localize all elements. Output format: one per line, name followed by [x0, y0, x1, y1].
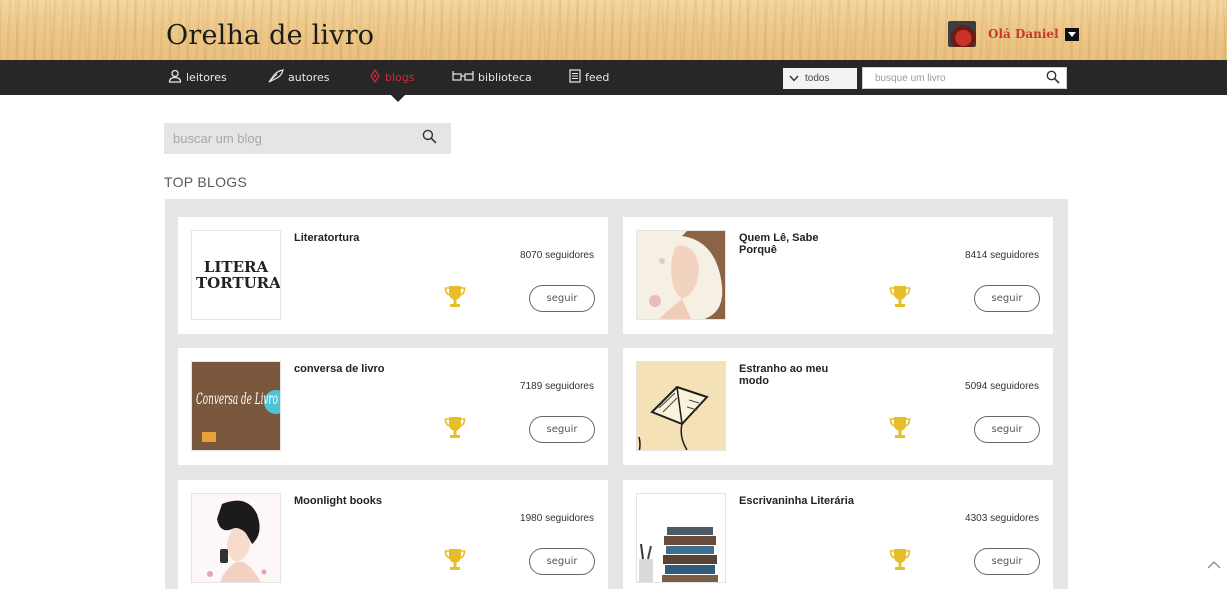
followers-count: 7189 seguidores	[520, 381, 594, 392]
active-nav-pointer	[391, 95, 405, 102]
books-illustration	[639, 527, 718, 582]
nav-label: blogs	[385, 71, 415, 84]
person-icon	[168, 69, 182, 87]
nav-label: leitores	[186, 71, 227, 84]
open-book-illustration	[638, 385, 709, 450]
nav-item-blogs[interactable]: blogs	[369, 60, 414, 95]
document-icon	[569, 68, 581, 87]
search-icon[interactable]	[1046, 70, 1060, 87]
blog-card[interactable]: Escrivaninha Literária 4303 seguidores s…	[623, 480, 1053, 597]
trophy-icon	[444, 415, 466, 441]
trophy-icon	[444, 284, 466, 310]
filter-value: todos	[805, 73, 830, 84]
blog-logo-art: Conversa de Livro	[196, 389, 280, 442]
followers-count: 8070 seguidores	[520, 250, 594, 261]
blog-card[interactable]: LITERA TORTURA Literatortura 8070 seguid…	[178, 217, 608, 334]
trophy-icon	[889, 284, 911, 310]
blog-name[interactable]: conversa de livro	[294, 363, 414, 375]
blog-card[interactable]: Conversa de Livro conversa de livro 7189…	[178, 348, 608, 465]
search-filter-select[interactable]: todos	[783, 68, 857, 89]
user-greeting[interactable]: Olá Daniel	[988, 27, 1059, 41]
blog-thumbnail[interactable]	[636, 361, 726, 451]
blog-name[interactable]: Escrivaninha Literária	[739, 495, 859, 507]
nav-label: autores	[288, 71, 330, 84]
chevron-down-icon	[789, 73, 799, 85]
section-title: TOP BLOGS	[164, 174, 248, 190]
follow-button[interactable]: seguir	[974, 285, 1040, 312]
portrait-illustration	[649, 231, 725, 319]
blog-search	[164, 123, 451, 154]
follow-button[interactable]: seguir	[974, 416, 1040, 443]
nav-item-feed[interactable]: feed	[569, 60, 609, 95]
nav-label: biblioteca	[478, 71, 532, 84]
quill-icon	[268, 68, 284, 87]
nav-item-autores[interactable]: autores	[268, 60, 330, 95]
scroll-to-top-icon[interactable]	[1207, 556, 1221, 572]
glasses-icon	[452, 70, 474, 86]
trophy-icon	[889, 415, 911, 441]
blog-card[interactable]: Quem Lê, Sabe Porquê 8414 seguidores seg…	[623, 217, 1053, 334]
follow-button[interactable]: seguir	[529, 416, 595, 443]
blog-name[interactable]: Estranho ao meu modo	[739, 363, 859, 387]
girl-illustration	[207, 500, 267, 582]
blog-icon	[369, 68, 381, 87]
followers-count: 8414 seguidores	[965, 250, 1039, 261]
trophy-icon	[444, 547, 466, 573]
follow-button[interactable]: seguir	[529, 285, 595, 312]
book-search-input[interactable]	[875, 72, 1035, 84]
blog-logo-text: Conversa de Livro	[196, 389, 278, 408]
followers-count: 4303 seguidores	[965, 513, 1039, 524]
blog-thumbnail[interactable]: LITERA TORTURA	[191, 230, 281, 320]
blog-thumbnail[interactable]	[636, 230, 726, 320]
nav-label: feed	[585, 71, 610, 84]
blog-name[interactable]: Literatortura	[294, 232, 414, 244]
blog-name[interactable]: Quem Lê, Sabe Porquê	[739, 232, 859, 256]
follow-button[interactable]: seguir	[974, 548, 1040, 575]
nav-item-biblioteca[interactable]: biblioteca	[452, 60, 532, 95]
blog-card[interactable]: Moonlight books 1980 seguidores seguir	[178, 480, 608, 597]
blog-search-input[interactable]	[173, 131, 413, 146]
book-search	[862, 67, 1067, 89]
user-menu[interactable]: Olá Daniel	[948, 20, 1079, 48]
blog-thumbnail[interactable]: Conversa de Livro	[191, 361, 281, 451]
followers-count: 5094 seguidores	[965, 381, 1039, 392]
chevron-down-icon[interactable]	[1064, 27, 1079, 41]
blog-card[interactable]: Estranho ao meu modo 5094 seguidores seg…	[623, 348, 1053, 465]
blog-name[interactable]: Moonlight books	[294, 495, 414, 507]
site-header: Orelha de livro Olá Daniel	[0, 0, 1227, 60]
followers-count: 1980 seguidores	[520, 513, 594, 524]
blog-logo-text: LITERA TORTURA	[196, 258, 281, 292]
avatar[interactable]	[948, 21, 976, 47]
blog-thumbnail[interactable]	[191, 493, 281, 583]
search-icon[interactable]	[422, 129, 437, 148]
site-logo[interactable]: Orelha de livro	[166, 20, 374, 51]
blog-thumbnail[interactable]	[636, 493, 726, 583]
follow-button[interactable]: seguir	[529, 548, 595, 575]
trophy-icon	[889, 547, 911, 573]
nav-item-leitores[interactable]: leitores	[168, 60, 227, 95]
